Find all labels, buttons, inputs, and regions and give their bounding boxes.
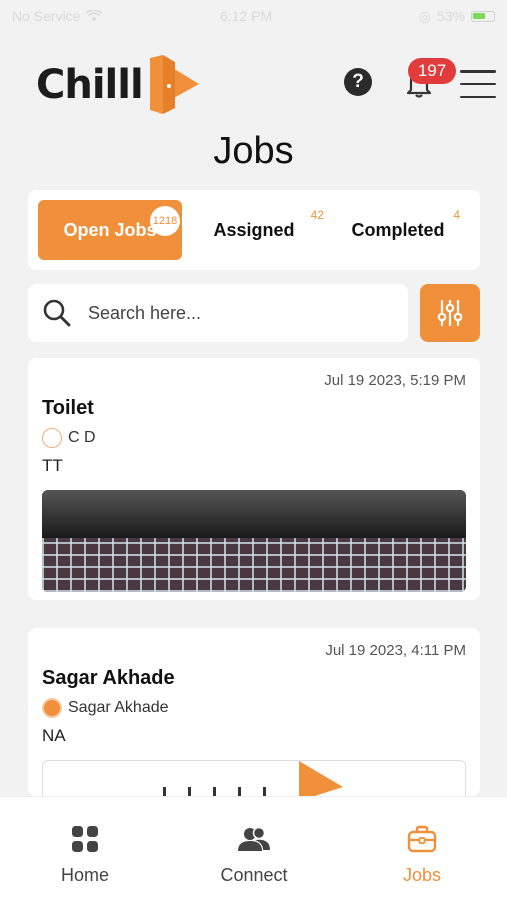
app-header: Chilll ? 197 [0,48,507,120]
job-user: C D [42,428,466,448]
job-user-name: Sagar Akhade [68,699,169,716]
help-button[interactable]: ? [344,68,372,96]
tab-assigned[interactable]: Assigned 42 [198,200,324,260]
battery-icon [471,10,495,22]
search-bar [28,284,408,342]
tab-open-jobs[interactable]: Open Jobs 1218 [38,200,182,260]
location-icon: ◎ [418,7,431,24]
nav-jobs[interactable]: Jobs [362,825,482,886]
tab-label: Assigned [213,219,295,240]
photo-logo-fragment [163,761,343,800]
users-icon [238,826,270,851]
job-photo[interactable] [42,490,466,592]
nav-label: Connect [220,865,288,885]
carrier-label: No Service [12,8,81,24]
job-card[interactable]: Jul 19 2023, 5:19 PM Toilet C D TT [28,358,480,600]
avatar [42,428,62,448]
job-tabs: Open Jobs 1218 Assigned 42 Completed 4 [28,190,480,270]
job-title: Sagar Akhade [42,667,175,689]
photo-top [42,490,466,538]
help-icon: ? [352,71,364,92]
search-icon [43,299,71,327]
job-date: Jul 19 2023, 4:11 PM [325,642,466,659]
job-description: NA [42,726,66,745]
tab-count-badge: 4 [453,208,460,222]
menu-line-icon [460,70,496,73]
status-time: 6:12 PM [220,8,273,24]
job-title: Toilet [42,397,94,419]
bottom-nav: Home Connect Jobs [0,796,507,900]
tab-label: Open Jobs [63,219,157,240]
job-user-name: C D [68,429,96,446]
nav-label: Jobs [402,865,442,885]
job-photo[interactable] [42,760,466,800]
job-date: Jul 19 2023, 5:19 PM [324,372,466,389]
photo-pattern [42,538,466,592]
job-user: Sagar Akhade [42,698,466,718]
briefcase-icon [407,825,437,853]
search-input[interactable] [88,302,378,324]
menu-line-icon [460,82,496,86]
sliders-icon [437,299,463,327]
tab-count-badge: 42 [310,208,324,222]
grid-icon [72,826,98,852]
nav-label: Home [60,865,109,885]
nav-connect[interactable]: Connect [194,825,314,886]
tab-completed[interactable]: Completed 4 [338,200,460,260]
avatar [42,698,62,718]
filter-button[interactable] [420,284,480,342]
hamburger-menu-button[interactable] [460,70,496,98]
job-card[interactable]: Jul 19 2023, 4:11 PM Sagar Akhade Sagar … [28,628,480,800]
status-left: No Service [12,8,103,24]
status-bar: No Service 6:12 PM ◎ 53% [0,0,507,32]
wifi-icon [86,10,103,21]
notification-badge: 197 [408,58,456,84]
logo: Chilll [36,54,203,116]
logo-text: Chilll [36,62,144,108]
battery-percent: 53% [436,8,465,24]
nav-home[interactable]: Home [25,825,145,886]
tab-count-badge: 1218 [150,206,180,236]
job-description: TT [42,456,63,475]
status-right: ◎ 53% [419,8,495,25]
page-title: Jobs [213,130,294,172]
logo-door-icon [149,55,199,114]
menu-line-icon [460,95,496,98]
tab-label: Completed [351,219,445,240]
